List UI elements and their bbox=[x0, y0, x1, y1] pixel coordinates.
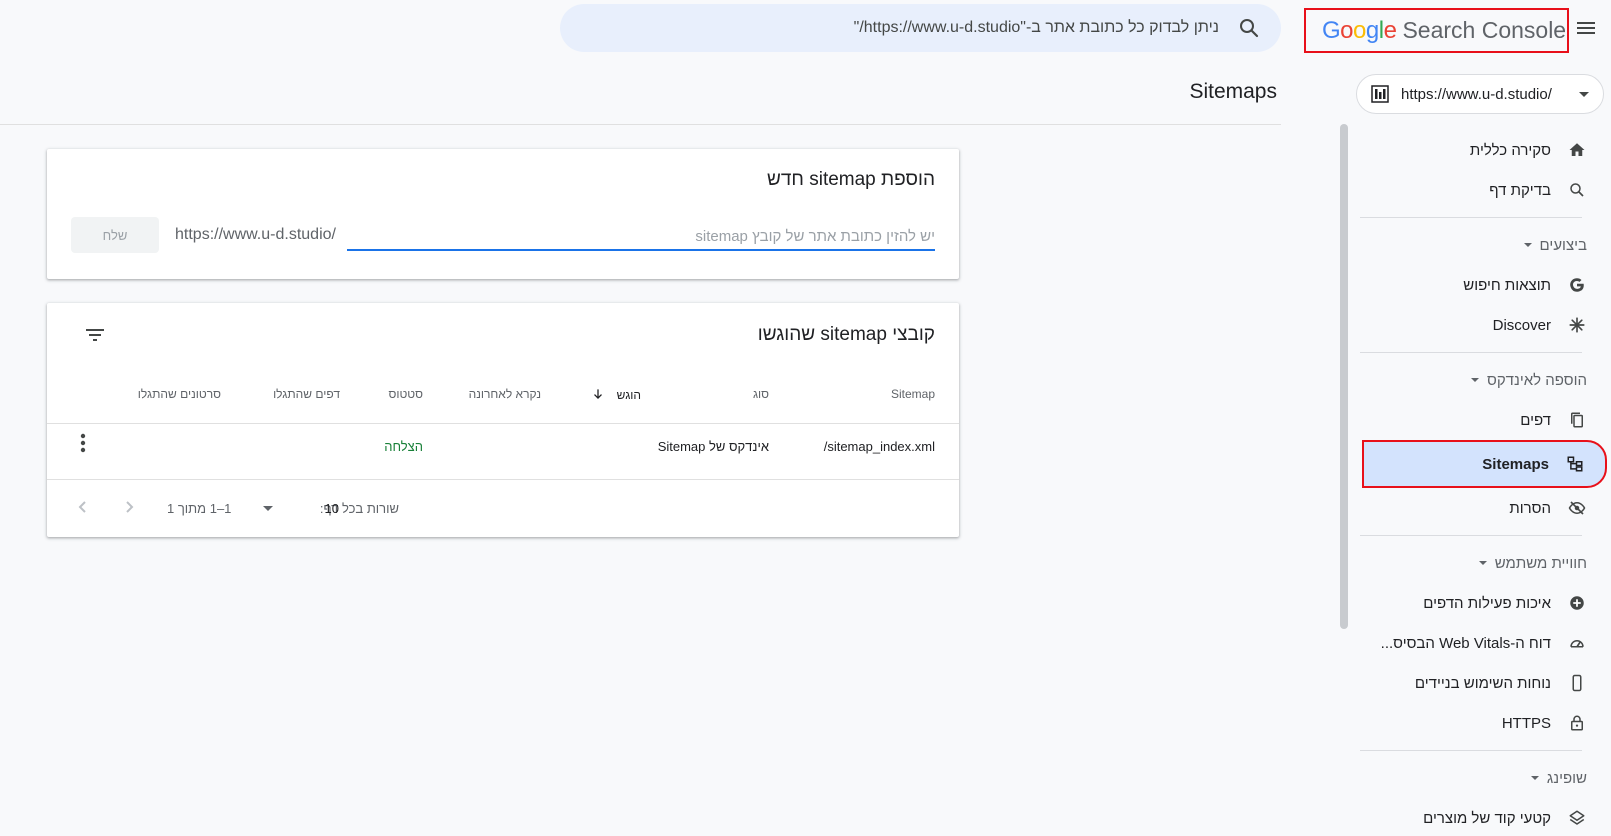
divider bbox=[1360, 750, 1582, 751]
chevron-down-icon[interactable] bbox=[263, 506, 273, 511]
column-header-sitemap[interactable]: Sitemap bbox=[891, 387, 935, 401]
add-sitemap-card: הוספת sitemap חדש https://www.u-d.studio… bbox=[47, 149, 959, 279]
url-inspection-search[interactable] bbox=[560, 4, 1281, 52]
google-wordmark: Google bbox=[1322, 16, 1397, 44]
card-title: קובצי sitemap שהוגשו bbox=[757, 324, 935, 345]
sidebar-item-overview[interactable]: סקירה כללית bbox=[1360, 130, 1611, 170]
section-indexing[interactable]: הוספה לאינדקס bbox=[1360, 360, 1611, 400]
product-name: Search Console bbox=[1402, 17, 1567, 43]
property-url: https://www.u-d.studio/ bbox=[1401, 85, 1552, 103]
column-header-discovered-videos[interactable]: סרטונים שהתגלו bbox=[138, 387, 221, 401]
divider bbox=[1360, 217, 1582, 218]
sidebar-item-pages[interactable]: דפים bbox=[1360, 400, 1611, 440]
sidebar-item-mobile-usability[interactable]: נוחות השימוש בניידים bbox=[1360, 663, 1611, 703]
previous-page-icon[interactable] bbox=[71, 495, 95, 519]
submit-button[interactable]: שלח bbox=[71, 217, 159, 253]
column-header-submitted[interactable]: הוגש bbox=[591, 387, 641, 402]
divider bbox=[47, 479, 959, 480]
app-logo[interactable]: Google Search Console bbox=[1304, 8, 1569, 53]
card-title: הוספת sitemap חדש bbox=[767, 169, 935, 190]
arrow-down-icon bbox=[594, 389, 603, 399]
divider bbox=[0, 124, 1281, 125]
section-performance[interactable]: ביצועים bbox=[1360, 225, 1611, 265]
more-vert-icon[interactable] bbox=[73, 431, 93, 455]
sidebar-item-url-inspection[interactable]: בדיקת דף bbox=[1360, 170, 1611, 210]
sidebar-item-search-results[interactable]: תוצאות חיפוש bbox=[1360, 265, 1611, 305]
search-icon bbox=[1567, 180, 1587, 200]
google-g-icon bbox=[1567, 275, 1587, 295]
section-experience[interactable]: חוויית משתמש bbox=[1360, 543, 1611, 583]
divider bbox=[1360, 352, 1582, 353]
property-selector[interactable]: https://www.u-d.studio/ bbox=[1356, 74, 1604, 114]
submitted-sitemaps-card: קובצי sitemap שהוגשו Sitemap סוג הוגש נק… bbox=[47, 303, 959, 537]
sidebar-nav: סקירה כללית בדיקת דף ביצועים תוצאות חיפו… bbox=[1360, 130, 1611, 836]
lock-icon bbox=[1567, 713, 1587, 733]
sitemap-type: אינדקס של Sitemap bbox=[657, 439, 769, 454]
rows-per-page-select[interactable]: 10 bbox=[325, 501, 339, 516]
caret-down-icon bbox=[1523, 243, 1532, 247]
search-input[interactable] bbox=[580, 19, 1219, 37]
caret-down-icon bbox=[1478, 561, 1487, 565]
next-page-icon[interactable] bbox=[117, 495, 141, 519]
section-shopping[interactable]: שופינג bbox=[1360, 758, 1611, 798]
sidebar-item-product-snippets[interactable]: קטעי קוד של מוצרים bbox=[1360, 798, 1611, 836]
sidebar-item-removals[interactable]: הסרות bbox=[1360, 488, 1611, 528]
eye-off-icon bbox=[1567, 498, 1587, 518]
hamburger-menu-icon[interactable] bbox=[1574, 16, 1598, 40]
smartphone-icon bbox=[1567, 673, 1587, 693]
sitemap-path[interactable]: /sitemap_index.xml bbox=[824, 439, 935, 454]
sidebar-item-sitemaps[interactable]: Sitemaps bbox=[1362, 440, 1607, 488]
filter-icon[interactable] bbox=[83, 323, 107, 347]
asterisk-icon bbox=[1567, 315, 1587, 335]
divider bbox=[1360, 535, 1582, 536]
sidebar-item-discover[interactable]: Discover bbox=[1360, 305, 1611, 345]
plus-circle-icon bbox=[1567, 593, 1587, 613]
page-range: 1–1 מתוך 1 bbox=[167, 501, 232, 516]
caret-down-icon bbox=[1470, 378, 1479, 382]
column-header-status[interactable]: סטטוס bbox=[388, 387, 423, 401]
search-icon[interactable] bbox=[1237, 16, 1261, 40]
sidebar-item-page-experience[interactable]: איכות פעילות הדפים bbox=[1360, 583, 1611, 623]
url-prefix: https://www.u-d.studio/ bbox=[175, 226, 336, 243]
page-title: Sitemaps bbox=[1189, 80, 1277, 103]
sitemap-url-input[interactable] bbox=[347, 223, 935, 249]
sidebar-item-https[interactable]: HTTPS bbox=[1360, 703, 1611, 743]
divider bbox=[47, 423, 959, 424]
layers-icon bbox=[1567, 808, 1587, 828]
caret-down-icon bbox=[1530, 776, 1539, 780]
column-header-type[interactable]: סוג bbox=[753, 387, 769, 401]
sitemap-url-field[interactable] bbox=[347, 223, 935, 251]
site-favicon-icon bbox=[1371, 85, 1389, 103]
chevron-down-icon bbox=[1579, 91, 1589, 97]
status-badge: הצלחה bbox=[384, 439, 423, 454]
sitemap-icon bbox=[1565, 454, 1585, 474]
sidebar-item-core-web-vitals[interactable]: דוח ה-Web Vitals הבסיס... bbox=[1360, 623, 1611, 663]
home-icon bbox=[1567, 140, 1587, 160]
speedometer-icon bbox=[1567, 633, 1587, 653]
column-header-last-read[interactable]: נקרא לאחרונה bbox=[469, 387, 541, 401]
sidebar-scrollbar[interactable] bbox=[1340, 124, 1348, 629]
copy-pages-icon bbox=[1567, 410, 1587, 430]
column-header-discovered-pages[interactable]: דפים שהתגלו bbox=[273, 387, 340, 401]
